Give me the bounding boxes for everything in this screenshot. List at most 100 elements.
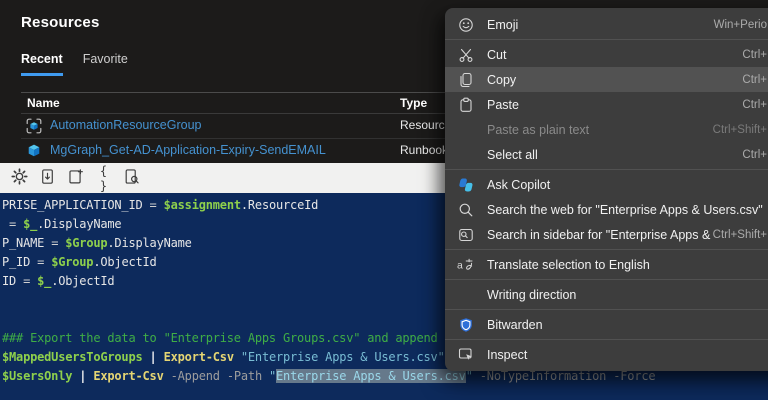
menu-item-bitwarden[interactable]: Bitwarden xyxy=(445,312,768,337)
code-token xyxy=(262,369,269,383)
inspect-icon xyxy=(457,346,474,363)
selected-text: Enterprise Apps & Users.csv xyxy=(276,369,466,383)
menu-item-select-all[interactable]: Select allCtrl+ xyxy=(445,142,768,167)
menu-item-shortcut: Ctrl+ xyxy=(742,74,768,86)
code-token: ID xyxy=(2,274,23,288)
code-token: PRISE_APPLICATION_ID xyxy=(2,198,150,212)
code-token: = xyxy=(37,255,51,269)
tab-favorite-label: Favorite xyxy=(83,52,128,66)
code-token xyxy=(143,350,150,364)
menu-item-shortcut: Ctrl+ xyxy=(742,99,768,111)
menu-item-shortcut: Ctrl+ xyxy=(742,149,768,161)
menu-item-emoji[interactable]: EmojiWin+Perio xyxy=(445,12,768,37)
code-token: Export-Csv xyxy=(164,350,234,364)
code-token: P_ID xyxy=(2,255,37,269)
menu-item-paste-as-plain-text: Paste as plain textCtrl+Shift+ xyxy=(445,117,768,142)
menu-item-ask-copilot[interactable]: Ask Copilot xyxy=(445,172,768,197)
menu-separator xyxy=(445,279,768,280)
column-header-type[interactable]: Type xyxy=(400,96,427,110)
menu-item-label: Ask Copilot xyxy=(487,178,767,192)
code-token: = xyxy=(51,236,65,250)
code-token xyxy=(157,350,164,364)
code-token: " xyxy=(269,369,276,383)
code-token: $Group xyxy=(51,255,93,269)
tab-recent[interactable]: Recent xyxy=(21,52,63,76)
code-token: Export-Csv xyxy=(93,369,163,383)
code-token: " xyxy=(466,369,473,383)
menu-item-label: Paste xyxy=(487,98,742,112)
code-token: -Force xyxy=(613,369,655,383)
tab-favorite[interactable]: Favorite xyxy=(83,52,128,76)
menu-item-shortcut: Ctrl+Shift+ xyxy=(713,124,768,136)
paste-icon xyxy=(457,96,474,113)
menu-item-copy[interactable]: CopyCtrl+ xyxy=(445,67,768,92)
copilot-icon xyxy=(457,176,474,193)
code-token: .ResourceId xyxy=(241,198,318,212)
code-token: -Path xyxy=(227,369,262,383)
cut-icon xyxy=(457,46,474,63)
menu-item-search-the-web-for-enterprise-apps-users[interactable]: Search the web for "Enterprise Apps & Us… xyxy=(445,197,768,222)
code-token xyxy=(220,369,227,383)
tab-bar: Recent Favorite xyxy=(21,52,128,76)
code-token: $assignment xyxy=(164,198,241,212)
no-icon xyxy=(457,146,474,163)
menu-item-writing-direction[interactable]: Writing direction xyxy=(445,282,768,307)
preview-file-icon xyxy=(123,168,140,188)
resource-type: Runbook xyxy=(400,143,448,157)
menu-item-label: Paste as plain text xyxy=(487,123,713,137)
code-token: $Group xyxy=(65,236,107,250)
search-icon xyxy=(457,201,474,218)
svg-text:a: a xyxy=(457,259,463,271)
resource-link-automationresourcegroup[interactable]: AutomationResourceGroup xyxy=(50,118,201,132)
column-header-name[interactable]: Name xyxy=(27,96,60,110)
menu-item-search-in-sidebar-for-enterprise-apps-us[interactable]: Search in sidebar for "Enterprise Apps &… xyxy=(445,222,768,247)
menu-item-translate-selection-to-english[interactable]: a Translate selection to English xyxy=(445,252,768,277)
runbook-icon xyxy=(25,142,43,160)
menu-item-label: Writing direction xyxy=(487,288,767,302)
menu-separator xyxy=(445,169,768,170)
emoji-icon xyxy=(457,16,474,33)
code-token: $_ xyxy=(37,274,51,288)
settings-icon xyxy=(11,168,28,188)
menu-item-label: Search in sidebar for "Enterprise Apps &… xyxy=(487,228,713,242)
import-file-icon xyxy=(39,168,56,188)
page-title: Resources xyxy=(21,14,100,31)
menu-item-paste[interactable]: PasteCtrl+ xyxy=(445,92,768,117)
menu-item-shortcut: Win+Perio xyxy=(714,19,768,31)
code-token: ### Export the data to "Enterprise Apps … xyxy=(2,331,452,345)
import-file-button[interactable] xyxy=(38,169,57,188)
code-token: = xyxy=(2,217,23,231)
code-token: P_NAME xyxy=(2,236,51,250)
code-token: | xyxy=(150,350,157,364)
menu-separator xyxy=(445,249,768,250)
menu-item-cut[interactable]: CutCtrl+ xyxy=(445,42,768,67)
code-token: -Append xyxy=(171,369,220,383)
braces-button[interactable]: { } xyxy=(94,169,113,188)
resource-link-mggraph-get-ad-application-expiry-sendem[interactable]: MgGraph_Get-AD-Application-Expiry-SendEM… xyxy=(50,143,326,157)
menu-item-label: Translate selection to English xyxy=(487,258,767,272)
code-token xyxy=(164,369,171,383)
menu-item-inspect[interactable]: Inspect xyxy=(445,342,768,367)
code-token: $_ xyxy=(23,217,37,231)
code-token: .DisplayName xyxy=(107,236,191,250)
code-token: .ObjectId xyxy=(51,274,114,288)
context-menu: EmojiWin+PerioCutCtrl+CopyCtrl+PasteCtrl… xyxy=(445,8,768,371)
menu-item-shortcut: Ctrl+Shift+ xyxy=(713,229,768,241)
code-token: .ObjectId xyxy=(93,255,156,269)
settings-button[interactable] xyxy=(10,169,29,188)
code-token: $UsersOnly xyxy=(2,369,72,383)
bitwarden-icon xyxy=(457,316,474,333)
menu-separator xyxy=(445,339,768,340)
menu-separator xyxy=(445,39,768,40)
add-file-button[interactable] xyxy=(66,169,85,188)
menu-item-shortcut: Ctrl+ xyxy=(742,49,768,61)
no-icon xyxy=(457,286,474,303)
sidebar-search-icon xyxy=(457,226,474,243)
menu-item-label: Inspect xyxy=(487,348,767,362)
copy-icon xyxy=(457,71,474,88)
menu-item-label: Search the web for "Enterprise Apps & Us… xyxy=(487,203,767,217)
add-file-icon xyxy=(67,168,84,188)
preview-file-button[interactable] xyxy=(122,169,141,188)
menu-item-label: Cut xyxy=(487,48,742,62)
code-token: -NoTypeInformation xyxy=(480,369,606,383)
